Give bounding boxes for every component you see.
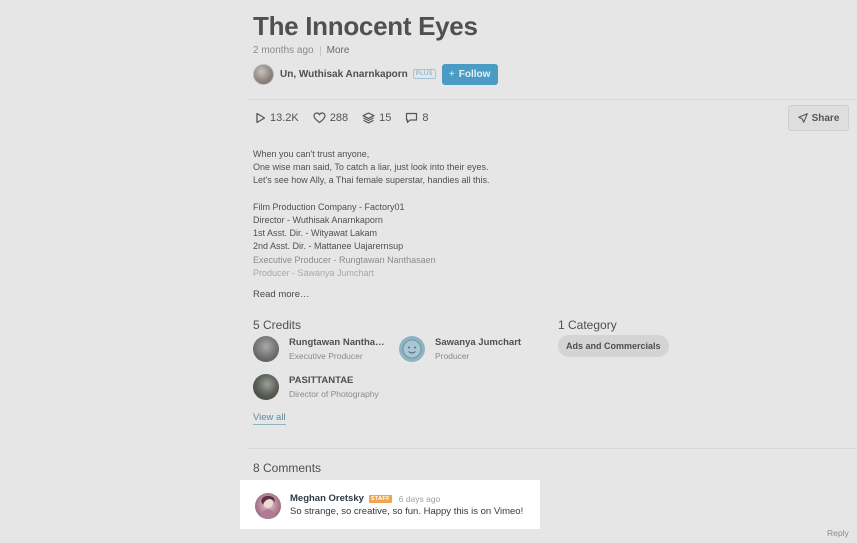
play-icon	[256, 112, 266, 124]
credit-item[interactable]: Sawanya Jumchart Producer	[399, 336, 521, 362]
comment-item: Meghan Oretsky STAFF 6 days ago So stran…	[240, 480, 540, 529]
divider	[248, 99, 857, 100]
share-button[interactable]: Share	[788, 105, 849, 131]
commenter-avatar[interactable]	[255, 493, 281, 519]
description-line: 1st Asst. Dir. - Wityawat Lakam	[253, 228, 378, 239]
follow-button[interactable]: + Follow	[441, 63, 498, 85]
heart-icon	[313, 112, 326, 124]
send-icon	[797, 113, 808, 123]
read-more-link[interactable]: Read more…	[253, 289, 310, 300]
description-line: Director - Wuthisak Anarnkaporn	[253, 214, 383, 225]
credit-role: Director of Photography	[289, 389, 379, 399]
default-avatar-icon	[399, 336, 425, 362]
share-label: Share	[811, 112, 840, 124]
description-line: Producer - Sawanya Jumchart	[253, 267, 375, 278]
description-line: Executive Producer - Rungtawan Nanthasae…	[253, 254, 436, 265]
comments-stat[interactable]: 8	[405, 112, 428, 124]
categories-title: 1 Category	[558, 318, 617, 332]
author-row: Un, Wuthisak Anarnkaporn PLUS + Follow	[253, 63, 498, 85]
description-line	[253, 188, 490, 201]
likes-stat[interactable]: 288	[313, 112, 348, 124]
description-line: Film Production Company - Factory01	[253, 201, 405, 212]
credit-name: Rungtawan Nantha…	[289, 337, 385, 348]
comment-time: 6 days ago	[398, 493, 441, 504]
description-line: One wise man said, To catch a liar, just…	[253, 162, 489, 173]
layers-icon	[362, 112, 375, 124]
meta-divider	[319, 45, 321, 56]
description-line: Let's see how Ally, a Thai female supers…	[253, 175, 490, 186]
posted-time: 2 months ago	[253, 45, 314, 56]
plays-stat[interactable]: 13.2K	[255, 112, 299, 124]
credit-role: Producer	[435, 351, 470, 361]
reply-button[interactable]: Reply	[827, 528, 849, 538]
video-description: When you can't trust anyone, One wise ma…	[253, 148, 490, 280]
author-avatar[interactable]	[253, 63, 274, 85]
credit-item[interactable]: Rungtawan Nantha… Executive Producer	[253, 336, 385, 362]
collections-count: 15	[379, 112, 392, 124]
description-line: 2nd Asst. Dir. - Mattanee Uajarernsup	[253, 241, 404, 252]
likes-count: 288	[329, 112, 349, 124]
comments-count: 8	[422, 112, 429, 124]
plays-count: 13.2K	[270, 112, 299, 124]
video-title: The Innocent Eyes	[253, 11, 478, 41]
author-name[interactable]: Un, Wuthisak Anarnkaporn	[280, 69, 408, 80]
credit-avatar	[253, 336, 279, 362]
comments-title: 8 Comments	[253, 461, 322, 475]
category-badge[interactable]: Ads and Commercials	[558, 335, 669, 357]
view-all-credits-link[interactable]: View all	[253, 412, 286, 425]
video-meta: 2 months ago More	[253, 45, 349, 56]
comment-text: So strange, so creative, so fun. Happy t…	[290, 506, 524, 517]
comment-author[interactable]: Meghan Oretsky	[290, 493, 364, 504]
credits-title: 5 Credits	[253, 318, 302, 332]
credit-avatar	[253, 374, 279, 400]
credit-item[interactable]: PASITTANTAE Director of Photography	[253, 374, 379, 400]
divider	[248, 448, 857, 449]
more-link[interactable]: More	[327, 45, 350, 56]
plus-badge: PLUS	[412, 69, 436, 79]
collections-stat[interactable]: 15	[362, 112, 391, 124]
credit-name: Sawanya Jumchart	[435, 337, 522, 348]
credit-name: PASITTANTAE	[289, 375, 354, 386]
comment-icon	[406, 112, 418, 124]
stats-bar: 13.2K 288 15 8	[255, 112, 442, 124]
follow-label: Follow	[458, 68, 491, 80]
staff-badge: STAFF	[368, 494, 392, 503]
description-line: When you can't trust anyone,	[253, 149, 370, 159]
credit-role: Executive Producer	[289, 351, 363, 361]
plus-icon: +	[448, 68, 455, 80]
